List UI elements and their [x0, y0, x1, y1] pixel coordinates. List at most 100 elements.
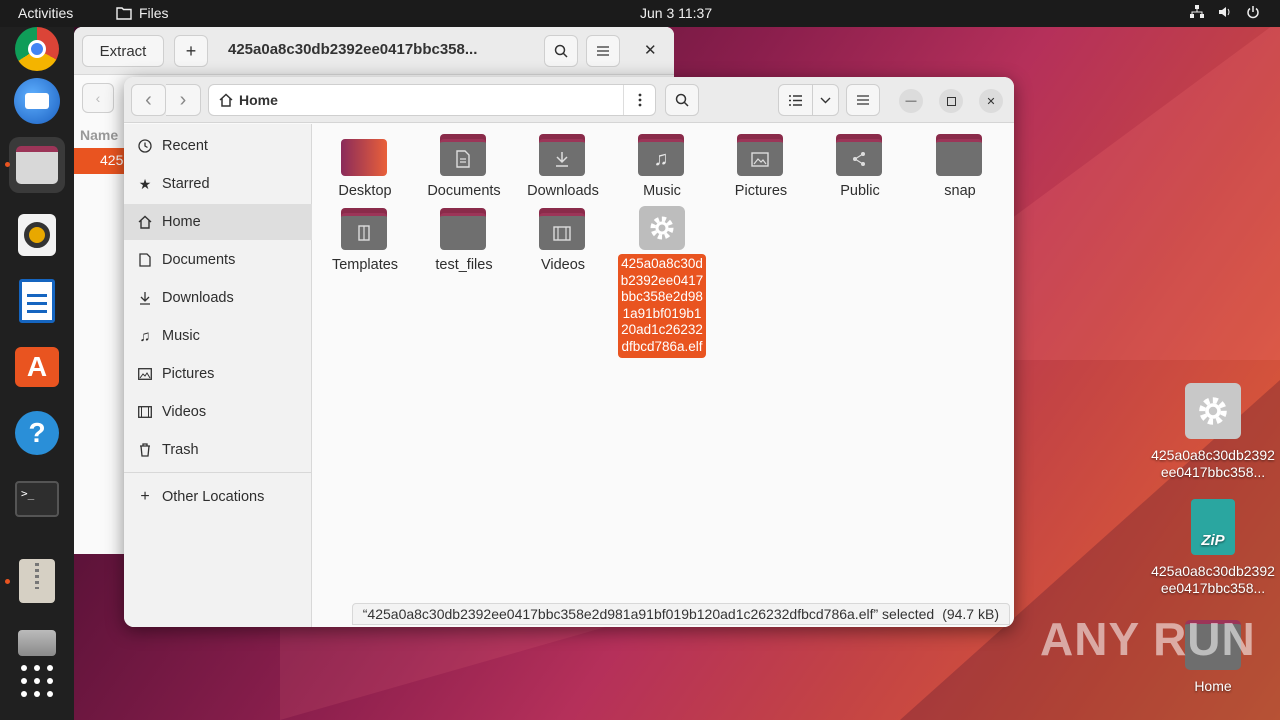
sidebar-item-label: Home — [162, 214, 201, 230]
rhythmbox-icon[interactable] — [9, 207, 65, 263]
maximize-button[interactable] — [939, 89, 963, 113]
file-item-music[interactable]: ♫ Music — [614, 134, 710, 200]
files-icon[interactable] — [9, 137, 65, 193]
sidebar-item-recent[interactable]: Recent — [124, 128, 312, 164]
main-menu-button[interactable] — [846, 84, 880, 116]
file-item-elf[interactable]: 425a0a8c30db2392ee0417bbc358e2d981a91bf0… — [618, 206, 706, 358]
folder-icon — [341, 134, 389, 178]
executable-gear-icon — [639, 206, 685, 250]
folder-downloads-icon — [539, 134, 587, 178]
system-tray[interactable] — [1190, 5, 1260, 19]
thunderbird-icon[interactable] — [9, 73, 65, 129]
back-button[interactable]: ‹ — [131, 84, 166, 116]
app-center-icon[interactable]: A — [9, 339, 65, 395]
view-list-button[interactable] — [778, 84, 813, 116]
archive-header: Extract + 425a0a8c30db2392ee0417bbc358..… — [74, 27, 674, 75]
trash-icon — [138, 443, 152, 457]
folder-documents-icon — [440, 134, 488, 178]
file-label: 425a0a8c30db2392ee0417bbc358e2d981a91bf0… — [618, 254, 706, 358]
column-header-name[interactable]: Name — [80, 127, 118, 143]
menu-button[interactable] — [586, 35, 620, 67]
path-bar[interactable]: Home — [208, 84, 656, 116]
extract-button[interactable]: Extract — [82, 35, 164, 67]
top-bar: Activities Files Jun 3 11:37 — [0, 0, 1280, 27]
network-icon — [1190, 5, 1204, 19]
download-icon — [138, 291, 152, 305]
sidebar-item-pictures[interactable]: Pictures — [124, 356, 312, 392]
sidebar-item-label: Documents — [162, 252, 236, 268]
status-selected-text: “425a0a8c30db2392ee0417bbc358e2d981a91bf… — [362, 606, 935, 622]
file-item-downloads[interactable]: Downloads — [515, 134, 611, 200]
add-button[interactable]: + — [174, 35, 208, 67]
folder-music-icon: ♫ — [638, 134, 686, 178]
file-item-snap[interactable]: snap — [912, 134, 1008, 200]
search-button[interactable] — [665, 84, 699, 116]
running-indicator — [5, 162, 10, 167]
power-icon — [1246, 5, 1260, 19]
writer-icon[interactable] — [9, 273, 65, 329]
clock-icon — [138, 139, 152, 153]
clock[interactable]: Jun 3 11:37 — [640, 5, 712, 21]
sidebar-item-other-locations[interactable]: + Other Locations — [124, 479, 312, 515]
sidebar-item-videos[interactable]: Videos — [124, 394, 312, 430]
chrome-icon[interactable] — [9, 21, 65, 77]
terminal-icon[interactable]: >_ — [9, 471, 65, 527]
folder-icon — [936, 134, 984, 178]
forward-button[interactable]: › — [166, 84, 201, 116]
file-label: test_files — [435, 257, 493, 273]
sidebar-item-label: Videos — [162, 404, 207, 420]
desktop-icon-zip[interactable]: ZiP 425a0a8c30db2392ee0417bbc358... — [1148, 499, 1278, 597]
app-menu[interactable]: Files — [116, 5, 169, 21]
file-label: Documents — [427, 183, 501, 199]
desktop-icon-elf[interactable]: 425a0a8c30db2392ee0417bbc358... — [1148, 383, 1278, 481]
path-menu-button[interactable] — [623, 85, 655, 115]
file-item-pictures[interactable]: Pictures — [713, 134, 809, 200]
file-label: Templates — [331, 257, 399, 273]
music-icon: ♫ — [139, 327, 151, 345]
app-grid-icon[interactable] — [9, 653, 65, 709]
archive-manager-icon[interactable] — [9, 553, 65, 609]
file-item-videos[interactable]: Videos — [515, 208, 611, 274]
help-icon[interactable]: ? — [9, 405, 65, 461]
sidebar-item-label: Downloads — [162, 290, 234, 306]
path-home[interactable]: Home — [209, 92, 623, 108]
file-item-templates[interactable]: Templates — [317, 208, 413, 274]
close-icon[interactable]: ✕ — [644, 41, 657, 59]
volume-icon — [1218, 5, 1232, 19]
desktop-icon-label: 425a0a8c30db2392ee0417bbc358... — [1151, 563, 1275, 596]
desktop-icon-label: 425a0a8c30db2392ee0417bbc358... — [1151, 447, 1275, 480]
zip-archive-icon: ZiP — [1191, 499, 1235, 555]
files-header: ‹ › Home — ✕ — [124, 77, 1014, 123]
sidebar-item-starred[interactable]: ★ Starred — [124, 166, 312, 202]
sidebar-item-home[interactable]: Home — [124, 204, 312, 240]
folder-icon — [116, 7, 132, 20]
sidebar-item-music[interactable]: ♫ Music — [124, 318, 312, 354]
document-icon — [138, 253, 152, 267]
file-label: Downloads — [527, 183, 599, 199]
status-size: (94.7 kB) — [942, 606, 999, 622]
sidebar-item-documents[interactable]: Documents — [124, 242, 312, 278]
back-button[interactable]: ‹ — [82, 83, 114, 113]
hamburger-icon — [857, 95, 869, 105]
search-button[interactable] — [544, 35, 578, 67]
file-item-test-files[interactable]: test_files — [416, 208, 512, 274]
file-item-public[interactable]: Public — [812, 134, 908, 200]
activities-button[interactable]: Activities — [18, 5, 73, 21]
search-icon — [675, 93, 689, 107]
sidebar-item-downloads[interactable]: Downloads — [124, 280, 312, 316]
file-label: Music — [643, 183, 681, 199]
close-button[interactable]: ✕ — [979, 89, 1003, 113]
watermark-text: ANY RUN — [1040, 613, 1256, 665]
anyrun-watermark: ANY RUN — [1040, 612, 1256, 666]
sidebar-item-label: Music — [162, 328, 200, 344]
dock: A ? >_ — [0, 27, 74, 720]
sidebar-item-trash[interactable]: Trash — [124, 432, 312, 468]
folder-videos-icon — [539, 208, 587, 252]
view-options-button[interactable] — [812, 84, 839, 116]
sidebar-divider — [124, 472, 312, 473]
minimize-button[interactable]: — — [899, 89, 923, 113]
archive-title: 425a0a8c30db2392ee0417bbc358... — [228, 41, 478, 58]
file-item-documents[interactable]: Documents — [416, 134, 512, 200]
file-item-desktop[interactable]: Desktop — [317, 134, 413, 200]
chevron-right-icon: › — [179, 88, 187, 111]
